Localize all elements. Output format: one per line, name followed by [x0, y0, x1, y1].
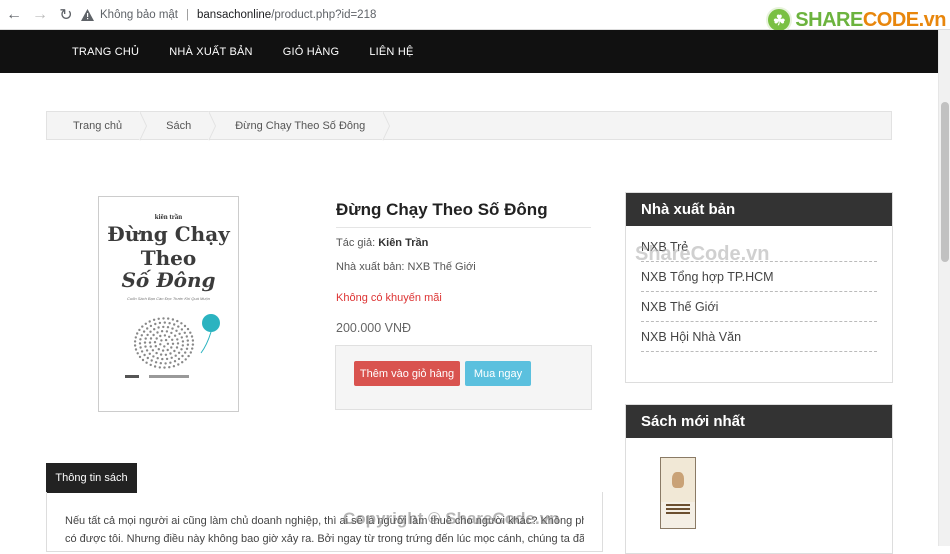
watermark-center: ShareCode.vn — [635, 243, 770, 265]
product-author-name: Kiên Trần — [378, 237, 429, 249]
sharecode-logo-text: SHARECODE.vn — [795, 8, 946, 31]
omnibox-divider: | — [186, 9, 190, 21]
breadcrumb-current: Đừng Chạy Theo Số Đông — [209, 111, 391, 141]
security-label: Không bảo mật — [100, 9, 179, 21]
tab-book-info[interactable]: Thông tin sách — [46, 463, 137, 493]
buy-now-button[interactable]: Mua ngay — [465, 361, 531, 386]
browser-toolbar: ← → ↻ Không bảo mật | bansachonline/prod… — [0, 0, 950, 33]
title-divider — [336, 227, 591, 228]
scrollbar-thumb[interactable] — [941, 102, 949, 262]
product-title: Đừng Chạy Theo Số Đông — [336, 200, 548, 219]
buy-box: Thêm vào giỏ hàng Mua ngay — [335, 345, 592, 410]
address-bar[interactable]: Không bảo mật | bansachonline/product.ph… — [80, 4, 780, 26]
cover-illustration — [124, 314, 220, 378]
product-author: Tác giả: Kiên Trần — [336, 237, 429, 249]
product-price: 200.000 VNĐ — [336, 321, 412, 335]
newest-heading: Sách mới nhất — [626, 405, 892, 438]
publishers-widget: Nhà xuất bản NXB Trẻ NXB Tổng hợp TP.HCM… — [625, 192, 893, 383]
add-to-cart-button[interactable]: Thêm vào giỏ hàng — [354, 361, 460, 386]
cover-subtitle: Cuốn Sách Bạn Cần Đọc Trước Khi Quá Muộn — [127, 296, 210, 301]
publisher-item[interactable]: NXB Tổng hợp TP.HCM — [641, 262, 877, 292]
warning-icon — [80, 8, 94, 22]
back-icon[interactable]: ← — [2, 3, 26, 27]
url-path: /product.php?id=218 — [271, 9, 377, 21]
nav-item-cart[interactable]: GIỎ HÀNG — [283, 46, 340, 58]
url-host: bansachonline — [197, 9, 272, 21]
url-text: bansachonline/product.php?id=218 — [197, 9, 376, 21]
reload-icon[interactable]: ↻ — [54, 3, 78, 27]
nav-item-contact[interactable]: LIÊN HỆ — [369, 46, 413, 58]
watermark-copyright: Copyright © ShareCode.vn — [343, 509, 560, 528]
breadcrumb-home[interactable]: Trang chủ — [47, 111, 148, 141]
product-publisher: Nhà xuất bản: NXB Thế Giới — [336, 261, 476, 273]
product-image: kiên trần Đừng Chạy Theo Số Đông Cuốn Sá… — [98, 196, 239, 412]
newest-book-thumbnail[interactable] — [660, 457, 696, 529]
book-info-text-line2: có được tôi. Nhưng điều này không bao gi… — [65, 533, 584, 545]
breadcrumb: Trang chủ Sách Đừng Chạy Theo Số Đông — [46, 111, 892, 141]
cover-title-line2: Theo — [140, 246, 197, 270]
publisher-item[interactable]: NXB Hội Nhà Văn — [641, 322, 877, 352]
cover-title-line1: Đừng Chạy — [107, 222, 230, 246]
cover-author: kiên trần — [154, 213, 183, 221]
main-navbar: TRANG CHỦ NHÀ XUẤT BẢN GIỎ HÀNG LIÊN HỆ — [0, 30, 938, 73]
publishers-heading: Nhà xuất bản — [626, 193, 892, 226]
nav-item-home[interactable]: TRANG CHỦ — [72, 46, 139, 58]
forward-icon[interactable]: → — [28, 3, 52, 27]
product-promo: Không có khuyến mãi — [336, 292, 442, 304]
breadcrumb-books[interactable]: Sách — [140, 111, 217, 141]
page-scrollbar[interactable] — [938, 30, 950, 546]
cover-title-line3: Số Đông — [121, 268, 216, 292]
publisher-item[interactable]: NXB Thế Giới — [641, 292, 877, 322]
nav-item-publishers[interactable]: NHÀ XUẤT BẢN — [169, 46, 253, 58]
